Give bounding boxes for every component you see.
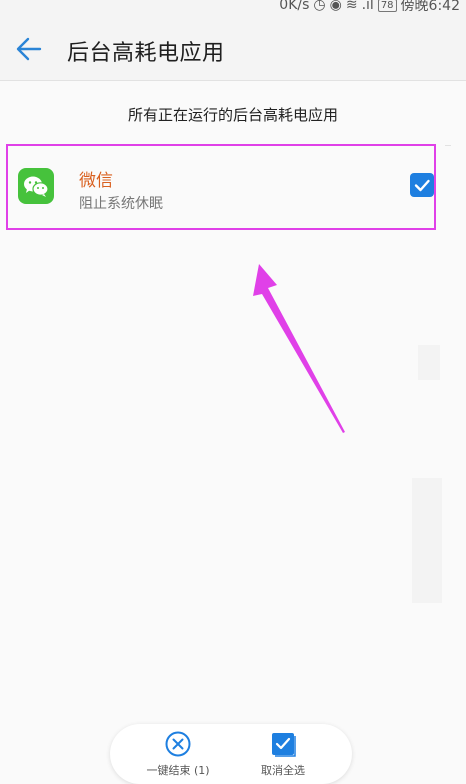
clock-icon: ◷ (313, 0, 326, 13)
circle-x-icon (164, 730, 192, 758)
app-bar: 后台高耗电应用 (0, 14, 466, 81)
app-name: 微信 (79, 171, 113, 191)
status-time: 傍晚6:42 (400, 0, 460, 14)
deselect-all-label: 取消全选 (261, 764, 305, 777)
battery-indicator: 78 (377, 0, 397, 12)
list-subtitle: 所有正在运行的后台高耗电应用 (127, 106, 338, 124)
eye-icon: ◉ (329, 0, 342, 13)
background-artifact (418, 345, 440, 380)
app-description: 阻止系统休眠 (79, 196, 163, 212)
app-list-item[interactable]: 微信 阻止系统休眠 (6, 144, 436, 230)
row-separator (445, 145, 451, 146)
status-bar: 0K/s ◷ ◉ ≋ .ıl 78 傍晚6:42 (0, 0, 466, 14)
status-content: 0K/s ◷ ◉ ≋ .ıl 78 傍晚6:42 (279, 0, 460, 14)
network-speed: 0K/s (279, 0, 310, 13)
end-all-label: 一键结束 (1) (146, 764, 210, 777)
arrow-left-icon[interactable] (14, 34, 44, 64)
bottom-action-bar: 一键结束 (1) 取消全选 (110, 724, 352, 784)
wifi-icon: ≋ (345, 0, 358, 13)
background-artifact (412, 478, 442, 603)
deselect-all-button[interactable]: 取消全选 (228, 726, 338, 780)
end-all-button[interactable]: 一键结束 (1) (123, 726, 233, 780)
app-checkbox[interactable] (410, 173, 434, 197)
wechat-icon (18, 168, 54, 204)
page-title: 后台高耗电应用 (67, 41, 225, 66)
checkbox-checked-icon (269, 730, 297, 758)
signal-icon: .ıl (361, 0, 374, 13)
